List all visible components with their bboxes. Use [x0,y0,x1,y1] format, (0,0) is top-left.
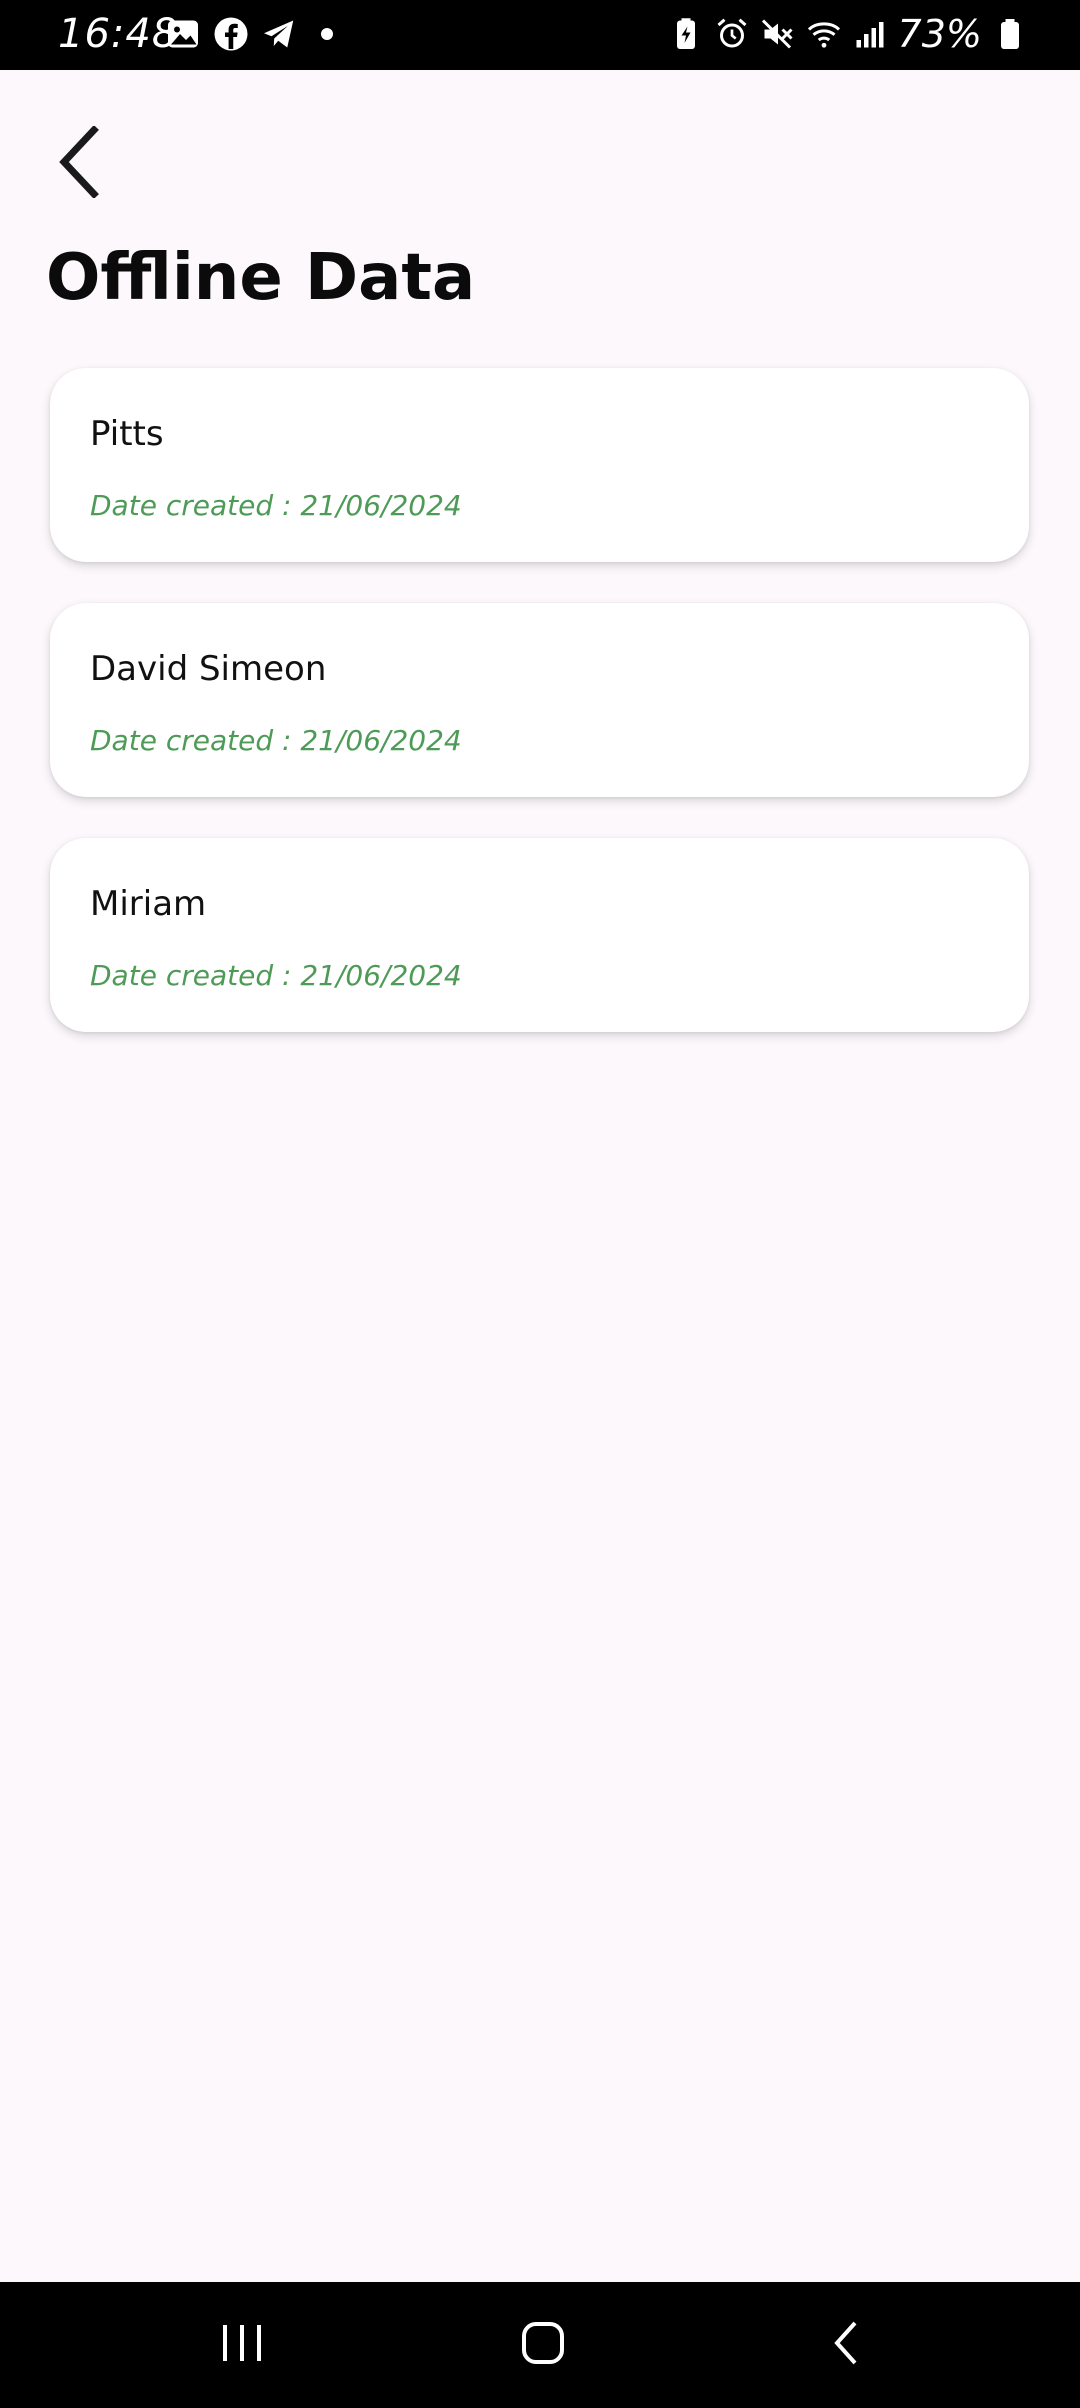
record-date: Date created : 21/06/2024 [90,489,462,522]
mute-icon [760,16,796,52]
home-icon [520,2320,566,2370]
back-button[interactable] [48,120,112,208]
dot-icon [309,16,345,52]
battery-icon [992,16,1028,52]
record-card[interactable]: Miriam Date created : 21/06/2024 [50,838,1029,1032]
record-date: Date created : 21/06/2024 [90,724,462,757]
system-back-button[interactable] [806,2308,886,2382]
chevron-left-icon [56,125,104,202]
battery-saver-icon [668,16,704,52]
battery-percentage: 73% [897,12,982,56]
recents-icon [219,2321,265,2369]
notification-icons [165,14,345,54]
record-name: Miriam [90,884,207,924]
recents-button[interactable] [202,2308,282,2382]
gallery-icon [165,16,201,52]
back-icon [831,2319,861,2371]
records-list: Pitts Date created : 21/06/2024 David Si… [50,368,1029,1073]
record-name: Pitts [90,414,164,454]
page-title: Offline Data [46,241,476,315]
signal-icon [852,16,888,52]
status-bar: 16:48 73% [0,0,1080,70]
status-time: 16:48 [58,11,179,57]
system-icons: 73% [668,14,1028,54]
record-card[interactable]: David Simeon Date created : 21/06/2024 [50,603,1029,797]
record-date: Date created : 21/06/2024 [90,959,462,992]
wifi-icon [806,16,842,52]
facebook-icon [213,16,249,52]
telegram-icon [261,16,297,52]
home-button[interactable] [503,2308,583,2382]
record-name: David Simeon [90,649,327,689]
alarm-icon [714,16,750,52]
record-card[interactable]: Pitts Date created : 21/06/2024 [50,368,1029,562]
navigation-bar [0,2282,1080,2408]
